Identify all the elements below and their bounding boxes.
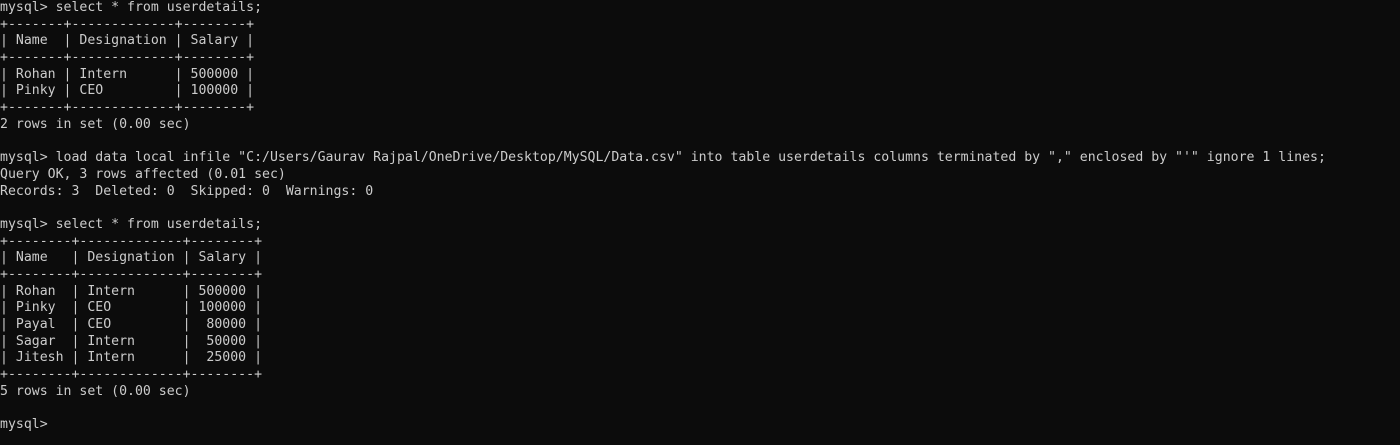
result-summary: 5 rows in set (0.00 sec) xyxy=(0,383,191,399)
command-line-select-2: mysql> select * from userdetails; xyxy=(0,216,263,232)
table-border: +--------+-------------+--------+ xyxy=(0,267,263,282)
terminal-window[interactable]: mysql> select * from userdetails; +-----… xyxy=(0,0,1400,445)
table-border: +-------+-------------+--------+ xyxy=(0,100,255,116)
command-line-load-data: mysql> load data local infile "C:/Users/… xyxy=(0,150,1326,166)
table-row: | Pinky | CEO | 100000 | xyxy=(0,83,255,99)
text-cursor xyxy=(48,426,56,428)
query-ok-message: Query OK, 3 rows affected (0.01 sec) xyxy=(0,166,286,182)
table-border: +--------+-------------+--------+ xyxy=(0,367,263,383)
command-line-select-1: mysql> select * from userdetails; xyxy=(0,0,263,15)
records-summary: Records: 3 Deleted: 0 Skipped: 0 Warning… xyxy=(0,183,374,199)
table-row: | Rohan | Intern | 500000 | xyxy=(0,66,255,82)
prompt-label: mysql> xyxy=(0,417,48,433)
table-header-row: | Name | Designation | Salary | xyxy=(0,250,263,266)
table-header-row: | Name | Designation | Salary | xyxy=(0,33,255,49)
command-prompt[interactable]: mysql> xyxy=(0,417,1400,434)
table-border: +-------+-------------+--------+ xyxy=(0,16,255,32)
table-border: +-------+-------------+--------+ xyxy=(0,50,255,66)
table-row: | Jitesh | Intern | 25000 | xyxy=(0,350,263,366)
table-row: | Pinky | CEO | 100000 | xyxy=(0,300,263,316)
table-row: | Sagar | Intern | 50000 | xyxy=(0,333,263,349)
result-summary: 2 rows in set (0.00 sec) xyxy=(0,116,191,132)
table-row: | Rohan | Intern | 500000 | xyxy=(0,283,263,299)
table-row: | Payal | CEO | 80000 | xyxy=(0,317,263,333)
table-border: +--------+-------------+--------+ xyxy=(0,233,263,249)
